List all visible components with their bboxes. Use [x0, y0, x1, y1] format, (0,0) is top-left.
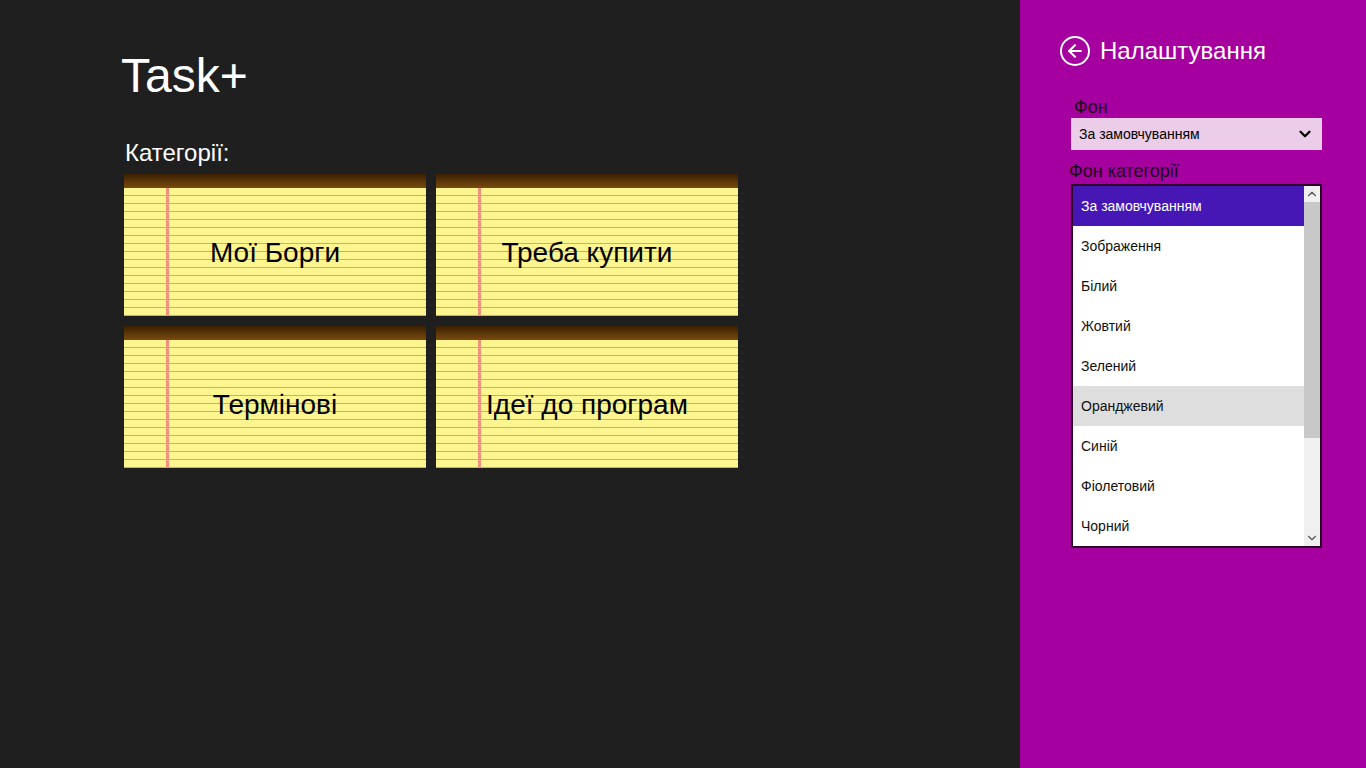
tile-binding: [124, 174, 426, 188]
option-list: За замовчуваннямЗображенняБілийЖовтийЗел…: [1073, 186, 1304, 546]
tile-title: Треба купити: [494, 235, 681, 270]
categories-label: Категорії:: [125, 138, 1020, 168]
category-tile[interactable]: Треба купити: [436, 174, 738, 316]
option-item[interactable]: Фіолетовий: [1073, 466, 1304, 506]
scroll-thumb[interactable]: [1304, 202, 1320, 438]
tile-margin-line: [478, 188, 481, 316]
settings-header: Налаштування: [1060, 36, 1322, 66]
option-item[interactable]: Жовтий: [1073, 306, 1304, 346]
chevron-down-icon: [1296, 125, 1314, 143]
settings-flyout: Налаштування Фон За замовчуванням Фон катег…: [1020, 0, 1366, 768]
tile-title: Термінові: [205, 387, 345, 422]
category-tile[interactable]: Термінові: [124, 326, 426, 468]
option-item[interactable]: За замовчуванням: [1073, 186, 1304, 226]
tile-binding: [124, 326, 426, 340]
option-item[interactable]: Синій: [1073, 426, 1304, 466]
category-tile[interactable]: Мої Борги: [124, 174, 426, 316]
option-item[interactable]: Чорний: [1073, 506, 1304, 546]
scroll-track: [1304, 202, 1320, 530]
category-background-label: Фон категорії: [1069, 160, 1322, 182]
category-grid: Мої Борги Треба купити Термінові Ідеї до пр…: [124, 174, 738, 468]
background-label: Фон: [1074, 96, 1322, 118]
settings-title: Налаштування: [1100, 36, 1266, 66]
tile-paper: Ідеї до програм: [436, 340, 738, 468]
option-item[interactable]: Зелений: [1073, 346, 1304, 386]
option-item[interactable]: Білий: [1073, 266, 1304, 306]
app-window: Task+ Категорії: Мої Борги Треба купити Терм…: [0, 0, 1366, 768]
category-tile[interactable]: Ідеї до програм: [436, 326, 738, 468]
background-select[interactable]: За замовчуванням: [1071, 118, 1322, 150]
tile-binding: [436, 174, 738, 188]
tile-margin-line: [166, 188, 169, 316]
scroll-up-icon[interactable]: [1305, 186, 1319, 202]
tile-binding: [436, 326, 738, 340]
tile-paper: Треба купити: [436, 188, 738, 316]
tile-margin-line: [166, 340, 169, 468]
main-area: Task+ Категорії: Мої Борги Треба купити Терм…: [0, 0, 1020, 768]
back-button[interactable]: [1060, 36, 1090, 66]
tile-title: Мої Борги: [202, 235, 348, 270]
category-background-list[interactable]: За замовчуваннямЗображенняБілийЖовтийЗел…: [1071, 184, 1322, 548]
tile-paper: Термінові: [124, 340, 426, 468]
tile-paper: Мої Борги: [124, 188, 426, 316]
back-arrow-icon: [1065, 41, 1085, 61]
scroll-down-icon[interactable]: [1305, 530, 1319, 546]
option-item[interactable]: Оранджевий: [1073, 386, 1304, 426]
option-item[interactable]: Зображення: [1073, 226, 1304, 266]
tile-margin-line: [478, 340, 481, 468]
tile-title: Ідеї до програм: [478, 387, 696, 422]
scrollbar[interactable]: [1304, 186, 1320, 546]
app-title: Task+: [121, 48, 1020, 104]
background-select-value: За замовчуванням: [1079, 124, 1200, 145]
